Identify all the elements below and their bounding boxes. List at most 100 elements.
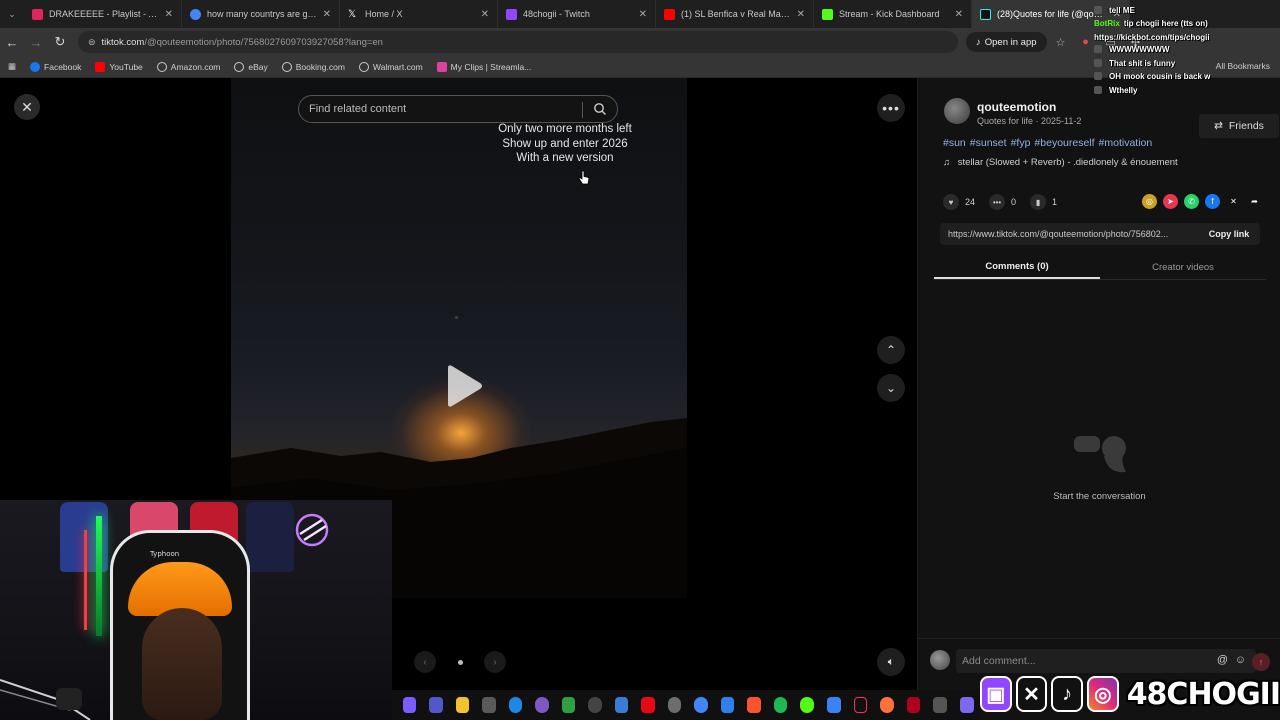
close-icon[interactable]: ✕: [14, 94, 40, 120]
discord-icon[interactable]: [535, 697, 549, 713]
bookmark-walmart[interactable]: Walmart.com: [358, 61, 423, 72]
browser-tab[interactable]: (1) SL Benfica v Real Madrid | H ✕: [656, 0, 814, 28]
neon-light: [84, 530, 87, 630]
close-icon[interactable]: ✕: [323, 9, 331, 20]
volume-icon[interactable]: 🔈︎: [877, 648, 905, 676]
friends-label: Friends: [1228, 120, 1264, 132]
close-icon[interactable]: ✕: [481, 9, 489, 20]
firefox-icon[interactable]: [880, 697, 894, 713]
teams-icon[interactable]: [429, 697, 443, 713]
facebook-icon[interactable]: f: [1205, 194, 1220, 209]
tab-comments[interactable]: Comments (0): [934, 256, 1100, 279]
play-icon[interactable]: [444, 364, 484, 408]
app-icon[interactable]: [614, 697, 629, 713]
app-icon[interactable]: [561, 697, 576, 713]
chrome-icon[interactable]: [694, 697, 708, 713]
hashtag-link[interactable]: #motivation: [1099, 137, 1153, 149]
app-icon[interactable]: [933, 697, 947, 713]
app-icon[interactable]: [906, 697, 921, 713]
browser-tab[interactable]: 𝕏 Home / X ✕: [340, 0, 498, 28]
browser-tab[interactable]: how many countrys are going to ✕: [182, 0, 340, 28]
tab-title: Stream - Kick Dashboard: [839, 9, 940, 19]
forward-icon[interactable]: →: [24, 28, 48, 56]
chat-message: tell ME: [1109, 6, 1135, 15]
favorite-button[interactable]: ▮ 1: [1030, 194, 1057, 210]
mention-icon[interactable]: @: [1217, 654, 1228, 666]
friends-button[interactable]: ⇄ Friends: [1199, 114, 1279, 138]
globe-icon: [156, 61, 167, 72]
carousel-prev-button[interactable]: ‹: [414, 651, 436, 673]
copy-link-button[interactable]: Copy link: [1198, 223, 1260, 245]
music-track[interactable]: ♫ stellar (Slowed + Reverb) - .diedlonel…: [943, 157, 1178, 168]
bookmark-icon: ▮: [1030, 194, 1047, 210]
carousel-next-button[interactable]: ›: [484, 651, 506, 673]
carousel-dot[interactable]: [457, 659, 463, 665]
whatsapp-icon[interactable]: ✆: [1184, 194, 1199, 209]
hashtag-link[interactable]: #sunset: [970, 137, 1007, 149]
reload-icon[interactable]: ↻: [48, 28, 72, 56]
bookmark-amazon[interactable]: Amazon.com: [156, 61, 220, 72]
share-link-box[interactable]: https://www.tiktok.com/@qouteemotion/pho…: [940, 223, 1260, 245]
send-to-friends-icon[interactable]: ➤: [1163, 194, 1178, 209]
chat-line: WWWWWWWW: [1094, 43, 1280, 56]
bookmark-facebook[interactable]: Facebook: [30, 61, 81, 72]
comment-placeholder: Add comment...: [962, 655, 1036, 667]
browser-tab[interactable]: Stream - Kick Dashboard ✕: [814, 0, 972, 28]
store-icon[interactable]: [482, 697, 496, 713]
previous-post-button[interactable]: ⌃: [877, 336, 905, 364]
back-icon[interactable]: ←: [0, 28, 24, 56]
bookmark-youtube[interactable]: YouTube: [95, 61, 143, 72]
site-info-icon[interactable]: ⊜: [88, 37, 96, 48]
file-explorer-icon[interactable]: [455, 697, 470, 713]
hashtag-link[interactable]: #fyp: [1011, 137, 1031, 149]
chat-badge-icon: [1094, 58, 1102, 67]
like-button[interactable]: ♥ 24: [943, 194, 975, 210]
app-icon[interactable]: [959, 697, 974, 713]
close-icon[interactable]: ✕: [165, 9, 173, 20]
hashtag-link[interactable]: #sun: [943, 137, 966, 149]
apps-grid-icon[interactable]: ▦: [8, 61, 16, 72]
netflix-icon[interactable]: [641, 697, 655, 713]
bookmark-booking[interactable]: Booking.com: [281, 61, 345, 72]
settings-icon[interactable]: [588, 697, 602, 713]
x-share-icon[interactable]: ✕: [1226, 194, 1241, 209]
close-icon[interactable]: ✕: [955, 9, 963, 20]
globe-icon: [281, 61, 292, 72]
spotify-icon[interactable]: [773, 697, 788, 713]
tab-creator-videos[interactable]: Creator videos: [1100, 256, 1266, 279]
author-avatar[interactable]: [944, 98, 970, 124]
edge-icon[interactable]: [508, 697, 523, 713]
tab-search-icon[interactable]: ⌄: [0, 0, 24, 28]
open-in-app-button[interactable]: ♪ Open in app: [966, 32, 1047, 52]
close-icon[interactable]: ✕: [639, 9, 647, 20]
bookmark-star-icon[interactable]: ☆: [1050, 31, 1072, 53]
chat-message: OH mook cousin is back w: [1109, 72, 1211, 82]
kick-icon[interactable]: [800, 697, 814, 713]
share-arrow-icon[interactable]: ➦: [1247, 194, 1262, 209]
more-options-button[interactable]: •••: [877, 94, 905, 122]
bookmark-label: Walmart.com: [372, 61, 423, 72]
app-icon[interactable]: [667, 697, 682, 713]
hashtag-link[interactable]: #beyoureself: [1034, 137, 1094, 149]
next-post-button[interactable]: ⌄: [877, 374, 905, 402]
bookmark-ebay[interactable]: eBay: [234, 61, 268, 72]
address-bar[interactable]: ⊜ tiktok.com /@qouteemotion/photo/756802…: [78, 31, 958, 53]
engagement-stats: ♥ 24 ••• 0 ▮ 1: [943, 194, 1071, 210]
comment-button[interactable]: ••• 0: [989, 194, 1016, 210]
browser-tab[interactable]: DRAKEEEEE - Playlist - Apple Music ✕: [24, 0, 182, 28]
tiktok-icon[interactable]: [853, 697, 868, 713]
app-icon[interactable]: [720, 697, 735, 713]
find-related-search[interactable]: Find related content: [298, 95, 618, 123]
author-name[interactable]: qouteemotion: [977, 100, 1056, 114]
taskbar-app-icon[interactable]: [402, 697, 417, 713]
brave-icon[interactable]: [747, 697, 761, 713]
caption-line: Show up and enter 2026: [502, 137, 628, 150]
browser-tab[interactable]: 48chogii - Twitch ✕: [498, 0, 656, 28]
search-icon[interactable]: [593, 102, 607, 116]
bookmark-streamladder[interactable]: My Clips | Streamla...: [436, 61, 531, 72]
app-icon[interactable]: [827, 697, 841, 713]
close-icon[interactable]: ✕: [797, 9, 805, 20]
lakers-neon-logo: [295, 513, 329, 547]
emoji-icon[interactable]: ☺: [1235, 654, 1246, 666]
embed-icon[interactable]: ◎: [1142, 194, 1157, 209]
